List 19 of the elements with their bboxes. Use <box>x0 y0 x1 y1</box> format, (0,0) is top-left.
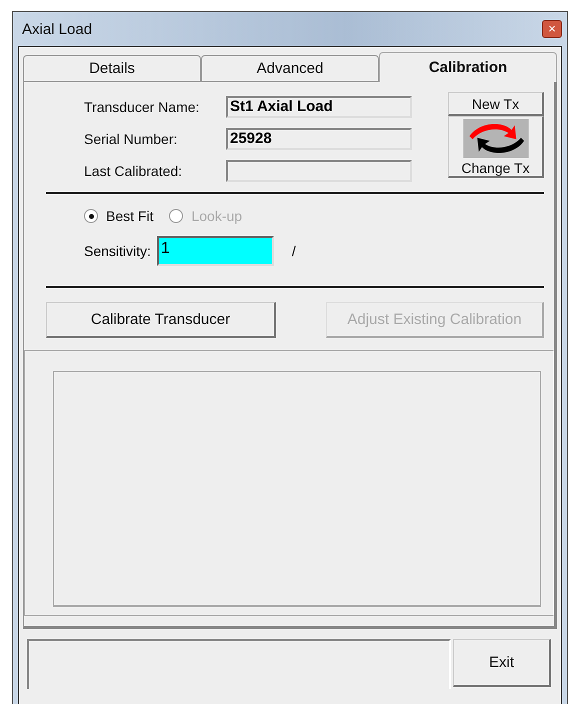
sensitivity-label: Sensitivity: <box>84 243 151 259</box>
tab[interactable]: Details <box>23 55 201 81</box>
window-title: Axial Load <box>21 20 92 38</box>
tab[interactable]: Calibration <box>379 52 557 82</box>
field-label: Last Calibrated: <box>84 163 184 179</box>
exit-button[interactable]: Exit <box>453 639 551 687</box>
field-label: Transducer Name: <box>84 99 200 115</box>
input-field[interactable]: St1 Axial Load <box>226 96 412 118</box>
input-field[interactable]: 25928 <box>226 128 412 150</box>
close-button[interactable]: × <box>542 20 562 38</box>
field-label: Serial Number: <box>84 131 178 147</box>
tab[interactable]: Advanced <box>201 55 379 81</box>
change-tx-button[interactable]: Change Tx <box>448 116 544 178</box>
input-field[interactable] <box>226 160 412 182</box>
unit-label: / <box>292 243 296 259</box>
radio-option[interactable]: Best Fit <box>84 208 154 224</box>
sensitivity-field[interactable]: 1 <box>156 236 274 266</box>
action-button[interactable]: Calibrate Transducer <box>46 302 276 338</box>
new-tx-button[interactable]: New Tx <box>448 92 544 116</box>
